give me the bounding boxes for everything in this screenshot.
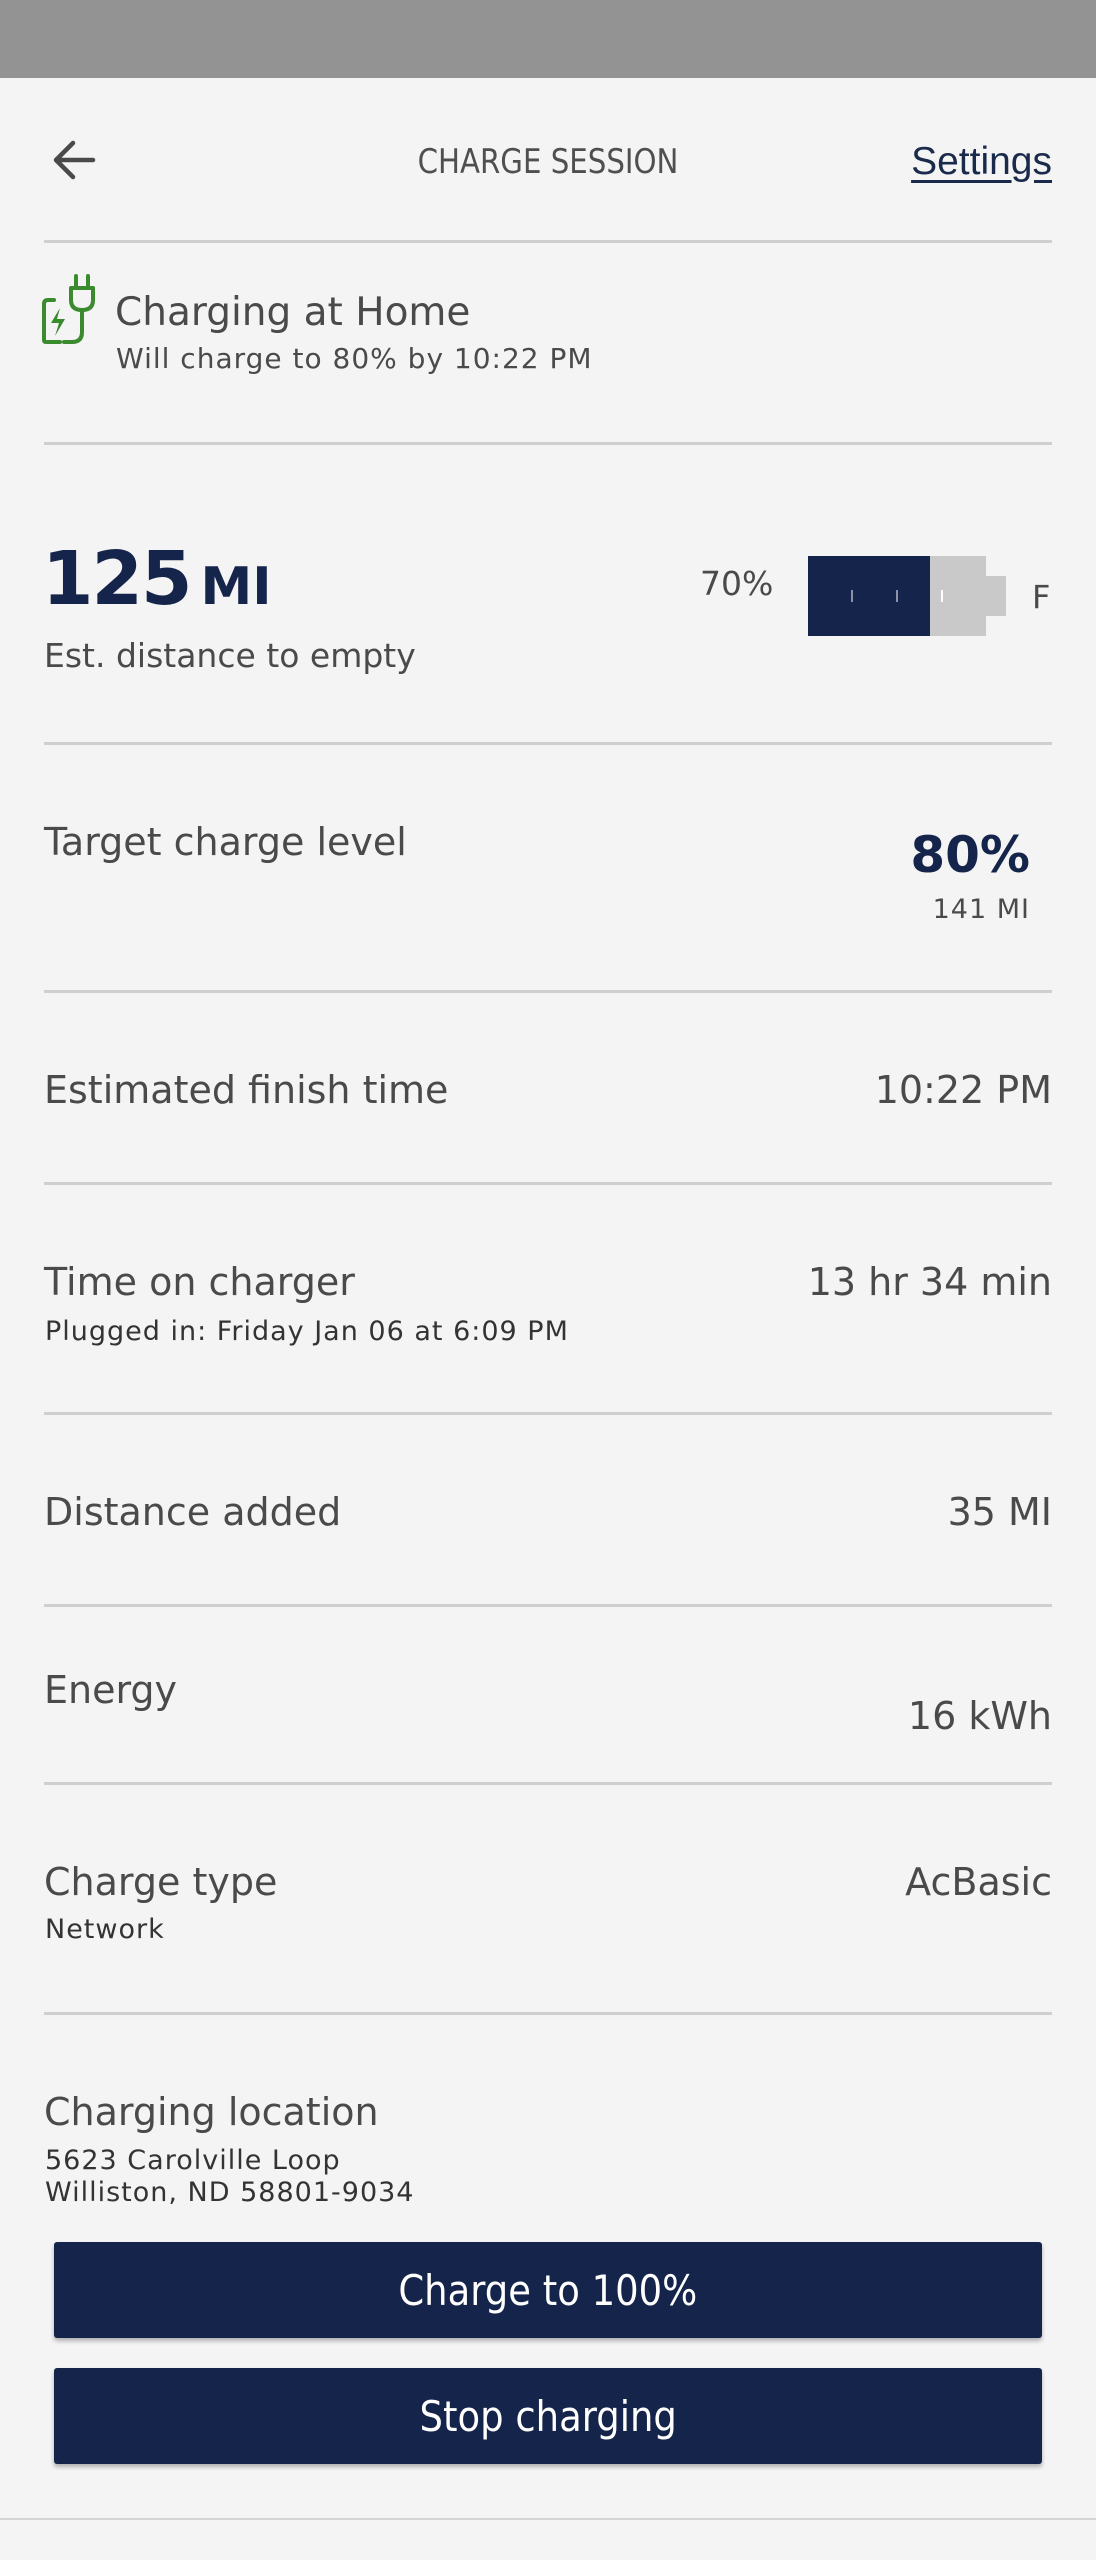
page-title: CHARGE SESSION [417,142,679,182]
address-line-1: 5623 Carolville Loop [45,2145,341,2176]
divider [44,1604,1052,1607]
target-charge-label: Target charge level [44,820,407,864]
divider [44,240,1052,243]
divider [44,1182,1052,1185]
range-value: 125 MI [42,536,272,622]
battery-percent: 70% [700,564,774,603]
range-label: Est. distance to empty [44,636,416,675]
address-line-2: Williston, ND 58801-9034 [45,2177,415,2208]
charge-session-screen: CHARGE SESSION Settings Charging at Home… [0,78,1096,2518]
energy-value: 16 kWh [907,1694,1052,1738]
bottom-edge [0,2518,1096,2560]
stop-charging-label: Stop charging [419,2391,677,2441]
charge-type-network: Network [45,1914,165,1945]
divider [44,1782,1052,1785]
battery-terminal [986,576,1006,616]
target-charge-value[interactable]: 80% [910,826,1030,884]
charging-status-title: Charging at Home [115,290,471,335]
battery-icon [808,556,1006,636]
stop-charging-button[interactable]: Stop charging [54,2368,1042,2464]
charge-type-value: AcBasic [905,1860,1052,1904]
divider [44,742,1052,745]
charge-to-100-label: Charge to 100% [398,2265,698,2315]
divider [44,2012,1052,2015]
target-charge-range: 141 MI [932,894,1030,925]
system-status-bar [0,0,1096,78]
distance-added-label: Distance added [44,1490,342,1534]
settings-link[interactable]: Settings [911,140,1052,184]
finish-time-value: 10:22 PM [874,1068,1052,1112]
plugged-in-time: Plugged in: Friday Jan 06 at 6:09 PM [45,1316,569,1347]
time-on-charger-label: Time on charger [44,1260,355,1304]
range-unit: MI [200,557,272,617]
time-on-charger-value: 13 hr 34 min [807,1260,1052,1304]
battery-full-label: F [1032,578,1051,616]
divider [44,442,1052,445]
charging-status-subtitle: Will charge to 80% by 10:22 PM [116,342,593,375]
distance-added-value: 35 MI [947,1490,1052,1534]
plug-icon [42,274,95,344]
divider [44,1412,1052,1415]
charge-type-label: Charge type [44,1860,278,1904]
energy-label: Energy [44,1668,178,1712]
charge-to-100-button[interactable]: Charge to 100% [54,2242,1042,2338]
charging-location-label: Charging location [44,2090,379,2134]
battery-level-fill [808,556,930,636]
app-header: CHARGE SESSION Settings [0,78,1096,240]
finish-time-label: Estimated finish time [44,1068,449,1112]
range-number: 125 [42,536,192,622]
divider [44,990,1052,993]
